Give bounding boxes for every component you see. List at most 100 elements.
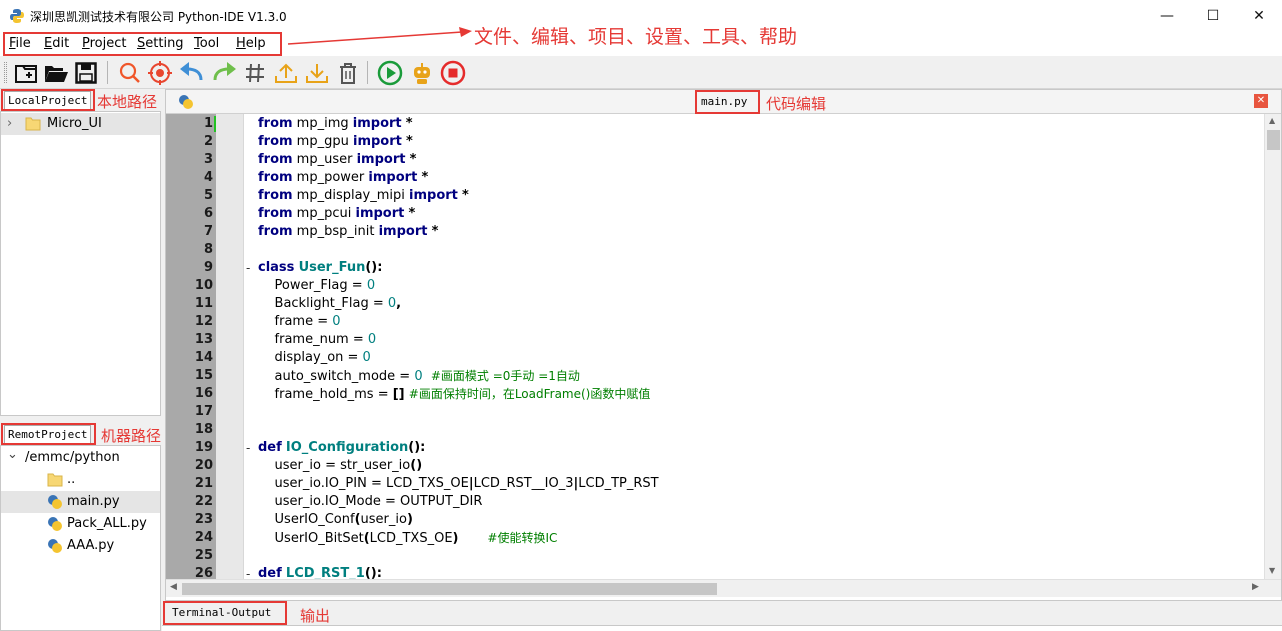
code-line: user_io.IO_Mode = OUTPUT_DIR xyxy=(258,494,483,509)
python-file-icon xyxy=(48,517,62,531)
code-editor: main.py 代码编辑 ✕ 1 2 3 4 5 6 7 8 9 10 11 12 13 14 15 16 17… xyxy=(165,89,1282,601)
code-line: UserIO_Conf(user_io) xyxy=(258,512,413,527)
close-tab-icon[interactable]: ✕ xyxy=(1254,94,1268,108)
tree-item-label: Micro_UI xyxy=(47,116,102,131)
scroll-up-icon[interactable]: ▲ xyxy=(1269,116,1275,125)
fold-toggle-icon[interactable]: - xyxy=(246,565,250,579)
run-icon[interactable] xyxy=(376,59,403,86)
scroll-right-icon[interactable]: ▶ xyxy=(1252,582,1259,592)
line-number: 4 xyxy=(203,170,213,185)
target-icon[interactable] xyxy=(146,59,173,86)
minimize-button[interactable]: — xyxy=(1144,0,1190,32)
save-icon[interactable] xyxy=(72,59,99,86)
toolbar xyxy=(0,56,1282,89)
code-line: Power_Flag = 0 xyxy=(258,278,376,293)
close-window-button[interactable]: ✕ xyxy=(1236,0,1282,32)
search-icon[interactable] xyxy=(116,59,143,86)
line-number: 21 xyxy=(194,476,213,491)
horizontal-scrollbar[interactable]: ◀ ▶ xyxy=(166,579,1281,597)
line-number: 18 xyxy=(194,422,213,437)
line-number: 24 xyxy=(194,530,213,545)
fold-toggle-icon[interactable]: - xyxy=(246,259,250,277)
code-line: from mp_img import * xyxy=(258,116,413,131)
stop-icon[interactable] xyxy=(439,59,466,86)
scroll-left-icon[interactable]: ◀ xyxy=(170,582,177,592)
terminal-panel: Terminal-Output 输出 xyxy=(162,601,1282,631)
collapse-arrow-icon[interactable]: ⌄ xyxy=(7,444,18,466)
local-project-tree: › Micro_UI xyxy=(0,111,161,416)
line-number: 20 xyxy=(194,458,213,473)
hash-comment-icon[interactable] xyxy=(241,59,268,86)
remote-project-annotation: 机器路径 xyxy=(101,427,162,445)
line-number: 7 xyxy=(203,224,213,239)
vertical-scrollbar[interactable]: ▲ ▼ xyxy=(1264,114,1281,579)
maximize-button[interactable]: ☐ xyxy=(1190,0,1236,32)
download-icon[interactable] xyxy=(303,59,330,86)
expand-arrow-icon[interactable]: › xyxy=(7,113,12,135)
remote-tab-highlight-box xyxy=(1,423,96,445)
tree-item-label: /emmc/python xyxy=(25,450,120,465)
toolbar-separator xyxy=(367,61,368,84)
code-line: from mp_power import * xyxy=(258,170,429,185)
line-number: 3 xyxy=(203,152,213,167)
code-line: display_on = 0 xyxy=(258,350,371,365)
horizontal-scroll-thumb[interactable] xyxy=(182,583,717,595)
line-number: 6 xyxy=(203,206,213,221)
code-line: auto_switch_mode = 0 #画面模式 =0手动 =1自动 xyxy=(258,369,580,384)
line-number: 15 xyxy=(194,368,213,383)
tree-item-main-py[interactable]: main.py xyxy=(1,491,160,513)
tree-item-pack-all-py[interactable]: Pack_ALL.py xyxy=(1,513,160,535)
vertical-scroll-thumb[interactable] xyxy=(1267,130,1280,150)
terminal-output-area[interactable] xyxy=(162,625,1282,631)
python-file-icon xyxy=(48,539,62,553)
code-line: UserIO_BitSet(LCD_TXS_OE) #使能转换IC xyxy=(258,531,558,546)
annotation-arrow-icon xyxy=(287,27,472,45)
code-line: from mp_bsp_init import * xyxy=(258,224,439,239)
code-line: frame_num = 0 xyxy=(258,332,377,347)
upload-icon[interactable] xyxy=(272,59,299,86)
tree-item-label: Pack_ALL.py xyxy=(67,516,147,531)
undo-icon[interactable] xyxy=(178,59,205,86)
tree-item-label: .. xyxy=(67,472,76,487)
open-folder-icon[interactable] xyxy=(42,59,69,86)
code-line: from mp_user import * xyxy=(258,152,417,167)
tree-item-parent-dir[interactable]: .. xyxy=(1,469,160,491)
code-line: user_io.IO_PIN = LCD_TXS_OE|LCD_RST__IO_… xyxy=(258,476,659,491)
terminal-annotation: 输出 xyxy=(300,607,331,625)
code-line: frame_hold_ms = [] #画面保持时间，在LoadFrame()函… xyxy=(258,387,651,402)
tree-item-aaa-py[interactable]: AAA.py xyxy=(1,535,160,557)
line-number: 19 xyxy=(194,440,213,455)
line-number: 11 xyxy=(194,296,213,311)
toolbar-grip[interactable] xyxy=(4,62,7,83)
python-logo-icon xyxy=(10,9,24,23)
line-number: 12 xyxy=(194,314,213,329)
remote-project-tree: ⌄ /emmc/python .. main.py Pack_ALL.py AA… xyxy=(0,445,161,631)
new-project-icon[interactable] xyxy=(12,59,39,86)
delete-icon[interactable] xyxy=(334,59,361,86)
code-view[interactable]: 1 2 3 4 5 6 7 8 9 10 11 12 13 14 15 16 17 18 19 20 21 22 23 24 2… xyxy=(166,114,1264,579)
line-number: 2 xyxy=(203,134,213,149)
code-line: from mp_pcui import * xyxy=(258,206,416,221)
line-number: 22 xyxy=(194,494,213,509)
editor-tab-highlight-box xyxy=(695,90,760,114)
fold-toggle-icon[interactable]: - xyxy=(246,439,250,457)
tree-item-micro-ui[interactable]: › Micro_UI xyxy=(1,113,160,135)
scroll-down-icon[interactable]: ▼ xyxy=(1269,566,1275,575)
code-line: def IO_Configuration(): xyxy=(258,440,426,455)
line-number: 14 xyxy=(194,350,213,365)
tree-item-label: main.py xyxy=(67,494,120,509)
tree-item-emmc-python[interactable]: ⌄ /emmc/python xyxy=(1,447,160,469)
project-panel: LocalProject 本地路径 › Micro_UI RemotProjec… xyxy=(0,89,162,631)
menu-annotation: 文件、编辑、项目、设置、工具、帮助 xyxy=(474,26,798,48)
folder-icon xyxy=(47,473,63,487)
python-file-icon xyxy=(48,495,62,509)
code-line: user_io = str_user_io() xyxy=(258,458,423,473)
code-line: frame = 0 xyxy=(258,314,341,329)
robot-icon[interactable] xyxy=(408,59,435,86)
redo-icon[interactable] xyxy=(210,59,237,86)
line-number: 16 xyxy=(194,386,213,401)
line-number: 26 xyxy=(194,566,213,579)
line-number: 10 xyxy=(194,278,213,293)
folder-icon xyxy=(25,117,41,131)
line-number: 1 xyxy=(203,116,213,131)
